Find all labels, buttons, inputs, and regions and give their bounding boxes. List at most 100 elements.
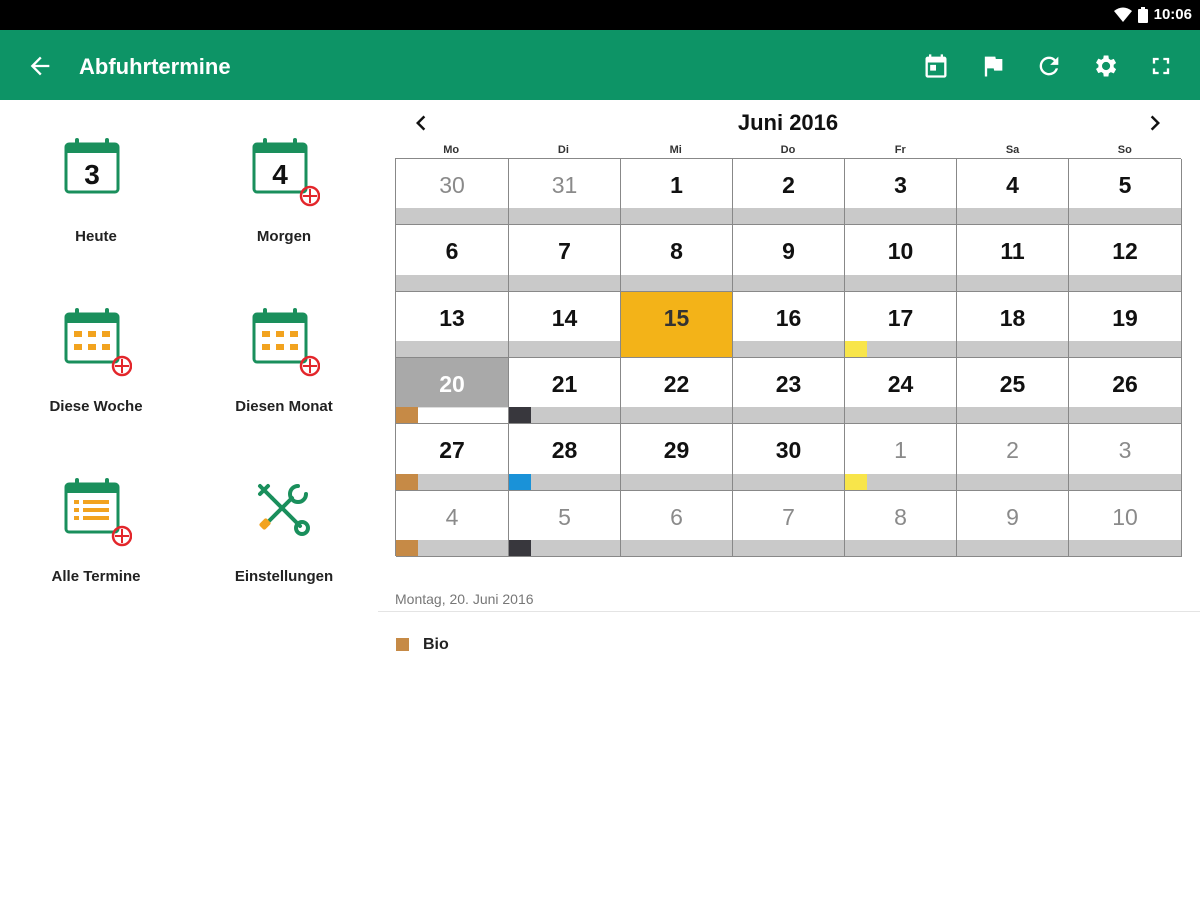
menu-all-dates[interactable]: Alle Termine	[6, 476, 186, 606]
calendar-day-number: 5	[558, 504, 571, 530]
divider	[378, 611, 1200, 612]
calendar-day-number: 27	[439, 437, 465, 463]
calendar-day-cell[interactable]: 6	[621, 491, 733, 557]
calendar-day-cell[interactable]: 9	[733, 225, 845, 292]
menu-today-day: 3	[84, 159, 100, 190]
status-bar: 10:06	[0, 0, 1200, 30]
calendar-day-cell[interactable]: 14	[509, 292, 621, 358]
collection-strip	[733, 208, 844, 224]
calendar-day-cell[interactable]: 1	[845, 424, 957, 491]
collection-strip	[621, 540, 732, 556]
next-month-icon[interactable]	[1140, 108, 1170, 138]
calendar-list-icon	[64, 478, 132, 547]
menu-today[interactable]: 3 Heute	[6, 136, 186, 266]
calendar-day-cell[interactable]: 27	[396, 424, 509, 491]
collection-strip	[396, 341, 508, 357]
calendar-day-number: 4	[1006, 172, 1019, 198]
collection-strip	[733, 275, 844, 291]
calendar-day-cell[interactable]: 11	[957, 225, 1069, 292]
calendar-day-number: 20	[439, 371, 465, 397]
collection-strip	[957, 275, 1068, 291]
menu-settings[interactable]: Einstellungen	[194, 476, 374, 606]
calendar-day-cell[interactable]: 5	[509, 491, 621, 557]
collection-strip	[733, 341, 844, 357]
refresh-icon[interactable]	[1035, 52, 1063, 80]
calendar-day-number: 23	[775, 371, 802, 397]
calendar-day-cell[interactable]: 31	[509, 159, 621, 225]
waste-type-swatch	[396, 638, 409, 651]
calendar-day-cell[interactable]: 3	[1069, 424, 1182, 491]
calendar-day-cell[interactable]: 2	[957, 424, 1069, 491]
collection-marker	[509, 540, 531, 556]
weekday-label: Fr	[894, 144, 906, 156]
calendar-day-cell[interactable]: 7	[733, 491, 845, 557]
calendar-day-number: 22	[663, 371, 690, 397]
calendar-today-icon[interactable]	[922, 52, 950, 80]
calendar-day-cell[interactable]: 2	[733, 159, 845, 225]
calendar-day-number: 1	[670, 172, 683, 198]
collection-strip	[845, 208, 956, 224]
calendar-day-number: 15	[663, 305, 690, 331]
back-arrow-icon[interactable]	[26, 52, 54, 80]
menu-this-month[interactable]: Diesen Monat	[194, 306, 374, 436]
calendar-day-cell[interactable]: 18	[957, 292, 1069, 358]
calendar-day-cell[interactable]: 1	[621, 159, 733, 225]
calendar-day-number: 2	[1006, 437, 1019, 463]
calendar-day-cell[interactable]: 22	[621, 358, 733, 424]
collection-strip	[1069, 341, 1181, 357]
calendar-day-cell[interactable]: 10	[1069, 491, 1182, 557]
menu-this-week[interactable]: Diese Woche	[6, 306, 186, 436]
weekday-label: Mo	[443, 144, 460, 156]
calendar-day-number: 2	[782, 172, 795, 198]
fullscreen-icon[interactable]	[1147, 52, 1175, 80]
flag-icon[interactable]	[979, 52, 1007, 80]
collection-marker	[509, 407, 531, 423]
collection-strip	[621, 474, 732, 490]
calendar-day-cell[interactable]: 30	[733, 424, 845, 491]
calendar-day-cell[interactable]: 26	[1069, 358, 1182, 424]
calendar-day-cell[interactable]: 8	[845, 491, 957, 557]
calendar-day-cell[interactable]: 6	[396, 225, 509, 292]
calendar-day-cell[interactable]: 7	[509, 225, 621, 292]
calendar-day-cell[interactable]: 19	[1069, 292, 1182, 358]
menu-tomorrow[interactable]: 4 Morgen	[194, 136, 374, 266]
battery-icon	[1137, 6, 1148, 23]
calendar-day-cell[interactable]: 13	[396, 292, 509, 358]
calendar-day-cell[interactable]: 3	[845, 159, 957, 225]
collection-strip	[733, 407, 844, 423]
calendar-day-number: 6	[445, 238, 459, 264]
calendar-day-cell[interactable]: 10	[845, 225, 957, 292]
calendar-day-cell[interactable]: 4	[957, 159, 1069, 225]
collection-marker	[396, 474, 418, 490]
menu-today-label: Heute	[75, 228, 117, 245]
collection-strip	[733, 540, 844, 556]
calendar-day-number: 29	[663, 437, 690, 463]
calendar-day-cell[interactable]: 16	[733, 292, 845, 358]
tools-icon	[258, 484, 310, 536]
calendar-month-icon	[252, 308, 320, 377]
calendar-day-cell[interactable]: 21	[509, 358, 621, 424]
calendar-day-number: 1	[894, 437, 907, 463]
calendar-day-cell[interactable]: 29	[621, 424, 733, 491]
calendar-day-cell[interactable]: 30	[396, 159, 509, 225]
calendar-day-cell[interactable]: 8	[621, 225, 733, 292]
calendar-day-cell[interactable]: 23	[733, 358, 845, 424]
calendar-day-cell[interactable]: 5	[1069, 159, 1182, 225]
collection-strip	[1069, 474, 1181, 490]
calendar-day-cell[interactable]: 15	[621, 292, 733, 358]
calendar-day-cell[interactable]: 25	[957, 358, 1069, 424]
calendar-day-cell[interactable]: 12	[1069, 225, 1182, 292]
calendar-day-cell[interactable]: 17	[845, 292, 957, 358]
calendar-day-cell[interactable]: 24	[845, 358, 957, 424]
settings-gear-icon[interactable]	[1091, 52, 1119, 80]
calendar-day-number: 19	[1112, 305, 1138, 331]
calendar-day-cell[interactable]: 28	[509, 424, 621, 491]
calendar-day-number: 3	[1118, 437, 1132, 463]
calendar-day-cell[interactable]: 9	[957, 491, 1069, 557]
collection-strip	[621, 275, 732, 291]
calendar-day-cell[interactable]: 4	[396, 491, 509, 557]
calendar-day-number: 31	[551, 172, 578, 198]
collection-strip	[957, 407, 1068, 423]
collection-strip	[957, 341, 1068, 357]
calendar-day-cell[interactable]: 20	[396, 358, 509, 424]
